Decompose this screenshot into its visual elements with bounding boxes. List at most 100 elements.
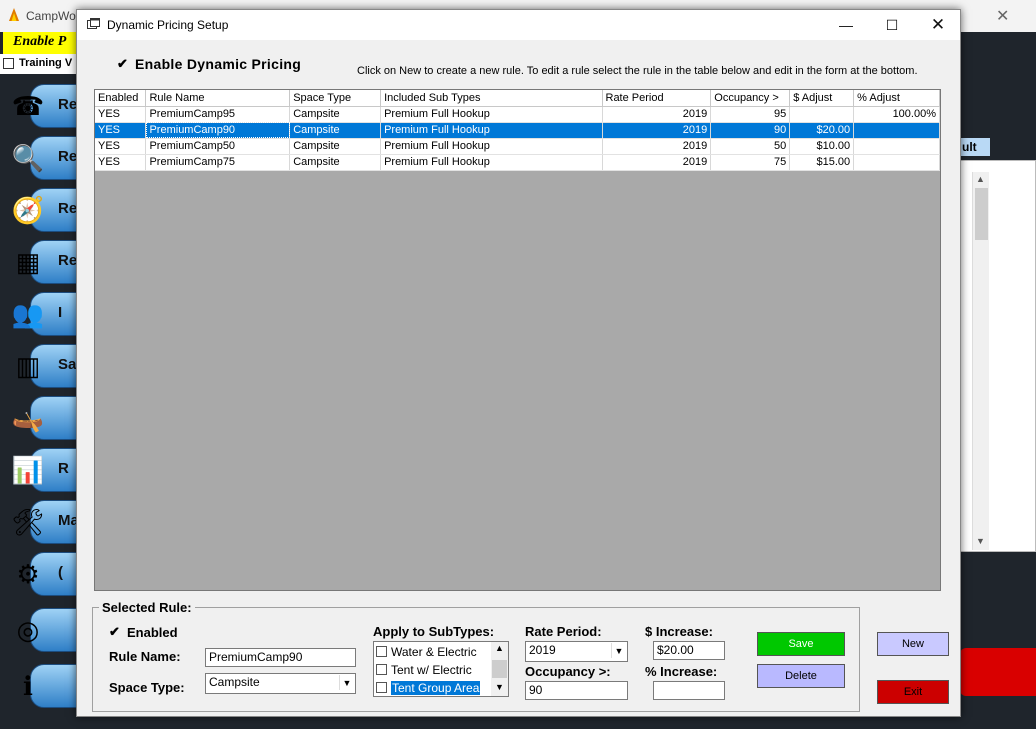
- table-cell: YES: [95, 154, 147, 171]
- tools-icon: 🛠: [11, 506, 45, 537]
- table-cell: Premium Full Hookup: [380, 122, 603, 139]
- side-menu-label: Re: [58, 252, 78, 269]
- new-button[interactable]: New: [877, 632, 949, 656]
- exit-button[interactable]: Exit: [877, 680, 949, 704]
- space-type-select[interactable]: Campsite ▼: [205, 673, 356, 694]
- boat-icon: 🛶: [11, 402, 45, 433]
- side-menu-button[interactable]: ▦ Re: [0, 236, 82, 288]
- column-header[interactable]: % Adjust: [853, 90, 940, 107]
- subtype-item[interactable]: Tent w/ Electric: [376, 661, 472, 678]
- rule-name-label: Rule Name:: [109, 649, 181, 664]
- column-header[interactable]: Space Type: [289, 90, 382, 107]
- table-cell: PremiumCamp90: [145, 122, 291, 139]
- table-cell: Campsite: [289, 122, 382, 139]
- subtypes-checklist[interactable]: Water & Electric Tent w/ Electric Tent Gro…: [373, 641, 509, 697]
- scroll-up-icon[interactable]: ▲: [976, 174, 985, 184]
- side-menu-button[interactable]: 👥 I: [0, 288, 82, 340]
- rate-period-select[interactable]: 2019 ▼: [525, 641, 628, 662]
- delete-button[interactable]: Delete: [757, 664, 845, 688]
- save-button[interactable]: Save: [757, 632, 845, 656]
- column-header[interactable]: Occupancy >: [710, 90, 791, 107]
- table-cell: 2019: [602, 106, 712, 123]
- instructions-text: Click on New to create a new rule. To ed…: [357, 65, 918, 77]
- close-icon[interactable]: ✕: [924, 14, 952, 36]
- background-result-button[interactable]: ult: [960, 138, 990, 156]
- subtype-checkbox[interactable]: [376, 664, 387, 675]
- side-menu-button[interactable]: 🛠 Ma: [0, 496, 82, 548]
- scroll-down-icon[interactable]: ▼: [495, 682, 504, 692]
- background-app-title: CampWo: [26, 9, 76, 23]
- side-menu-button[interactable]: 🛶: [0, 392, 82, 444]
- occupancy-input[interactable]: 90: [525, 681, 628, 700]
- enable-dynamic-pricing-label: Enable Dynamic Pricing: [135, 56, 302, 72]
- scrollbar-thumb[interactable]: [975, 188, 988, 240]
- table-cell: YES: [95, 106, 147, 123]
- background-red-button[interactable]: [960, 648, 1036, 696]
- side-menu-button[interactable]: ⚙(: [0, 548, 82, 600]
- life-ring-icon: ◎: [16, 614, 40, 645]
- side-menu-button[interactable]: ☎ Re: [0, 80, 82, 132]
- background-close-icon[interactable]: ✕: [996, 6, 1009, 26]
- training-checkbox-box[interactable]: [3, 57, 14, 69]
- table-row[interactable]: YES PremiumCamp75 Campsite Premium Full Hoo…: [95, 154, 940, 171]
- checkmark-icon[interactable]: ✔: [117, 56, 129, 72]
- window-app-icon: [87, 18, 100, 29]
- table-row[interactable]: YES PremiumCamp95 Campsite Premium Full Hoo…: [95, 106, 940, 123]
- subtype-item[interactable]: Tent Group Area: [376, 679, 481, 696]
- side-menu-button[interactable]: 🔍 Re: [0, 132, 82, 184]
- subtype-item[interactable]: Water & Electric: [376, 643, 477, 660]
- side-menu-button[interactable]: ▥ Sa: [0, 340, 82, 392]
- background-scrollbar[interactable]: ▲ ▼: [972, 172, 989, 550]
- scrollbar-thumb[interactable]: [492, 660, 507, 678]
- subtype-label: Tent w/ Electric: [391, 662, 472, 677]
- checkmark-icon[interactable]: ✔: [109, 624, 121, 640]
- scroll-down-icon[interactable]: ▼: [976, 536, 985, 546]
- table-row[interactable]: YES PremiumCamp90 Campsite Premium Full Hoo…: [95, 122, 940, 139]
- pct-increase-input[interactable]: [653, 681, 725, 700]
- side-menu-label: Re: [58, 200, 78, 217]
- table-cell: Premium Full Hookup: [380, 138, 603, 155]
- table-row[interactable]: YES PremiumCamp50 Campsite Premium Full Hoo…: [95, 138, 940, 155]
- scroll-up-icon[interactable]: ▲: [495, 643, 504, 653]
- enable-dynamic-pricing-checkbox[interactable]: ✔ Enable Dynamic Pricing: [117, 56, 301, 72]
- rules-table[interactable]: Enabled Rule Name Space Type Included Sub T…: [94, 89, 941, 591]
- side-menu-label: I: [58, 304, 63, 321]
- subtype-label: Tent Group Area: [391, 680, 481, 695]
- people-icon: 👥: [11, 298, 45, 329]
- rule-name-input[interactable]: PremiumCamp90: [205, 648, 356, 667]
- info-icon: ℹ: [23, 670, 33, 701]
- calendar-grid-icon: ▦: [15, 246, 41, 277]
- subtype-checkbox[interactable]: [376, 682, 387, 693]
- dynamic-pricing-dialog: Dynamic Pricing Setup — ☐ ✕ ✔ Enable Dyn…: [76, 9, 961, 717]
- subtype-checkbox[interactable]: [376, 646, 387, 657]
- minimize-icon[interactable]: —: [832, 14, 860, 36]
- table-cell: YES: [95, 122, 147, 139]
- table-cell: Premium Full Hookup: [380, 154, 603, 171]
- table-cell: [853, 138, 940, 155]
- table-cell: [853, 122, 940, 139]
- side-menu-button[interactable]: 📊 R: [0, 444, 82, 496]
- side-menu-button[interactable]: ◎: [0, 604, 82, 656]
- bar-chart-icon: 📊: [11, 454, 45, 485]
- side-menu-button[interactable]: 🧭 Re: [0, 184, 82, 236]
- magnifier-icon: 🔍: [11, 142, 45, 173]
- side-menu-button[interactable]: ℹ: [0, 660, 82, 712]
- column-header[interactable]: $ Adjust: [789, 90, 855, 107]
- enabled-checkbox[interactable]: ✔ Enabled: [109, 624, 178, 640]
- table-cell: $20.00: [789, 122, 855, 139]
- chevron-down-icon[interactable]: ▼: [339, 675, 354, 690]
- table-cell: Campsite: [289, 154, 382, 171]
- pct-increase-label: % Increase:: [645, 664, 718, 679]
- rate-period-label: Rate Period:: [525, 624, 602, 639]
- column-header[interactable]: Enabled: [95, 90, 147, 107]
- table-cell: 100.00%: [853, 106, 940, 123]
- subtypes-scrollbar[interactable]: ▲ ▼: [491, 642, 508, 696]
- chevron-down-icon[interactable]: ▼: [611, 643, 626, 658]
- maximize-icon[interactable]: ☐: [878, 14, 906, 36]
- table-cell: Campsite: [289, 106, 382, 123]
- column-header[interactable]: Included Sub Types: [380, 90, 603, 107]
- occupancy-label: Occupancy >:: [525, 664, 611, 679]
- column-header[interactable]: Rule Name: [145, 90, 291, 107]
- dollar-increase-input[interactable]: $20.00: [653, 641, 725, 660]
- column-header[interactable]: Rate Period: [602, 90, 712, 107]
